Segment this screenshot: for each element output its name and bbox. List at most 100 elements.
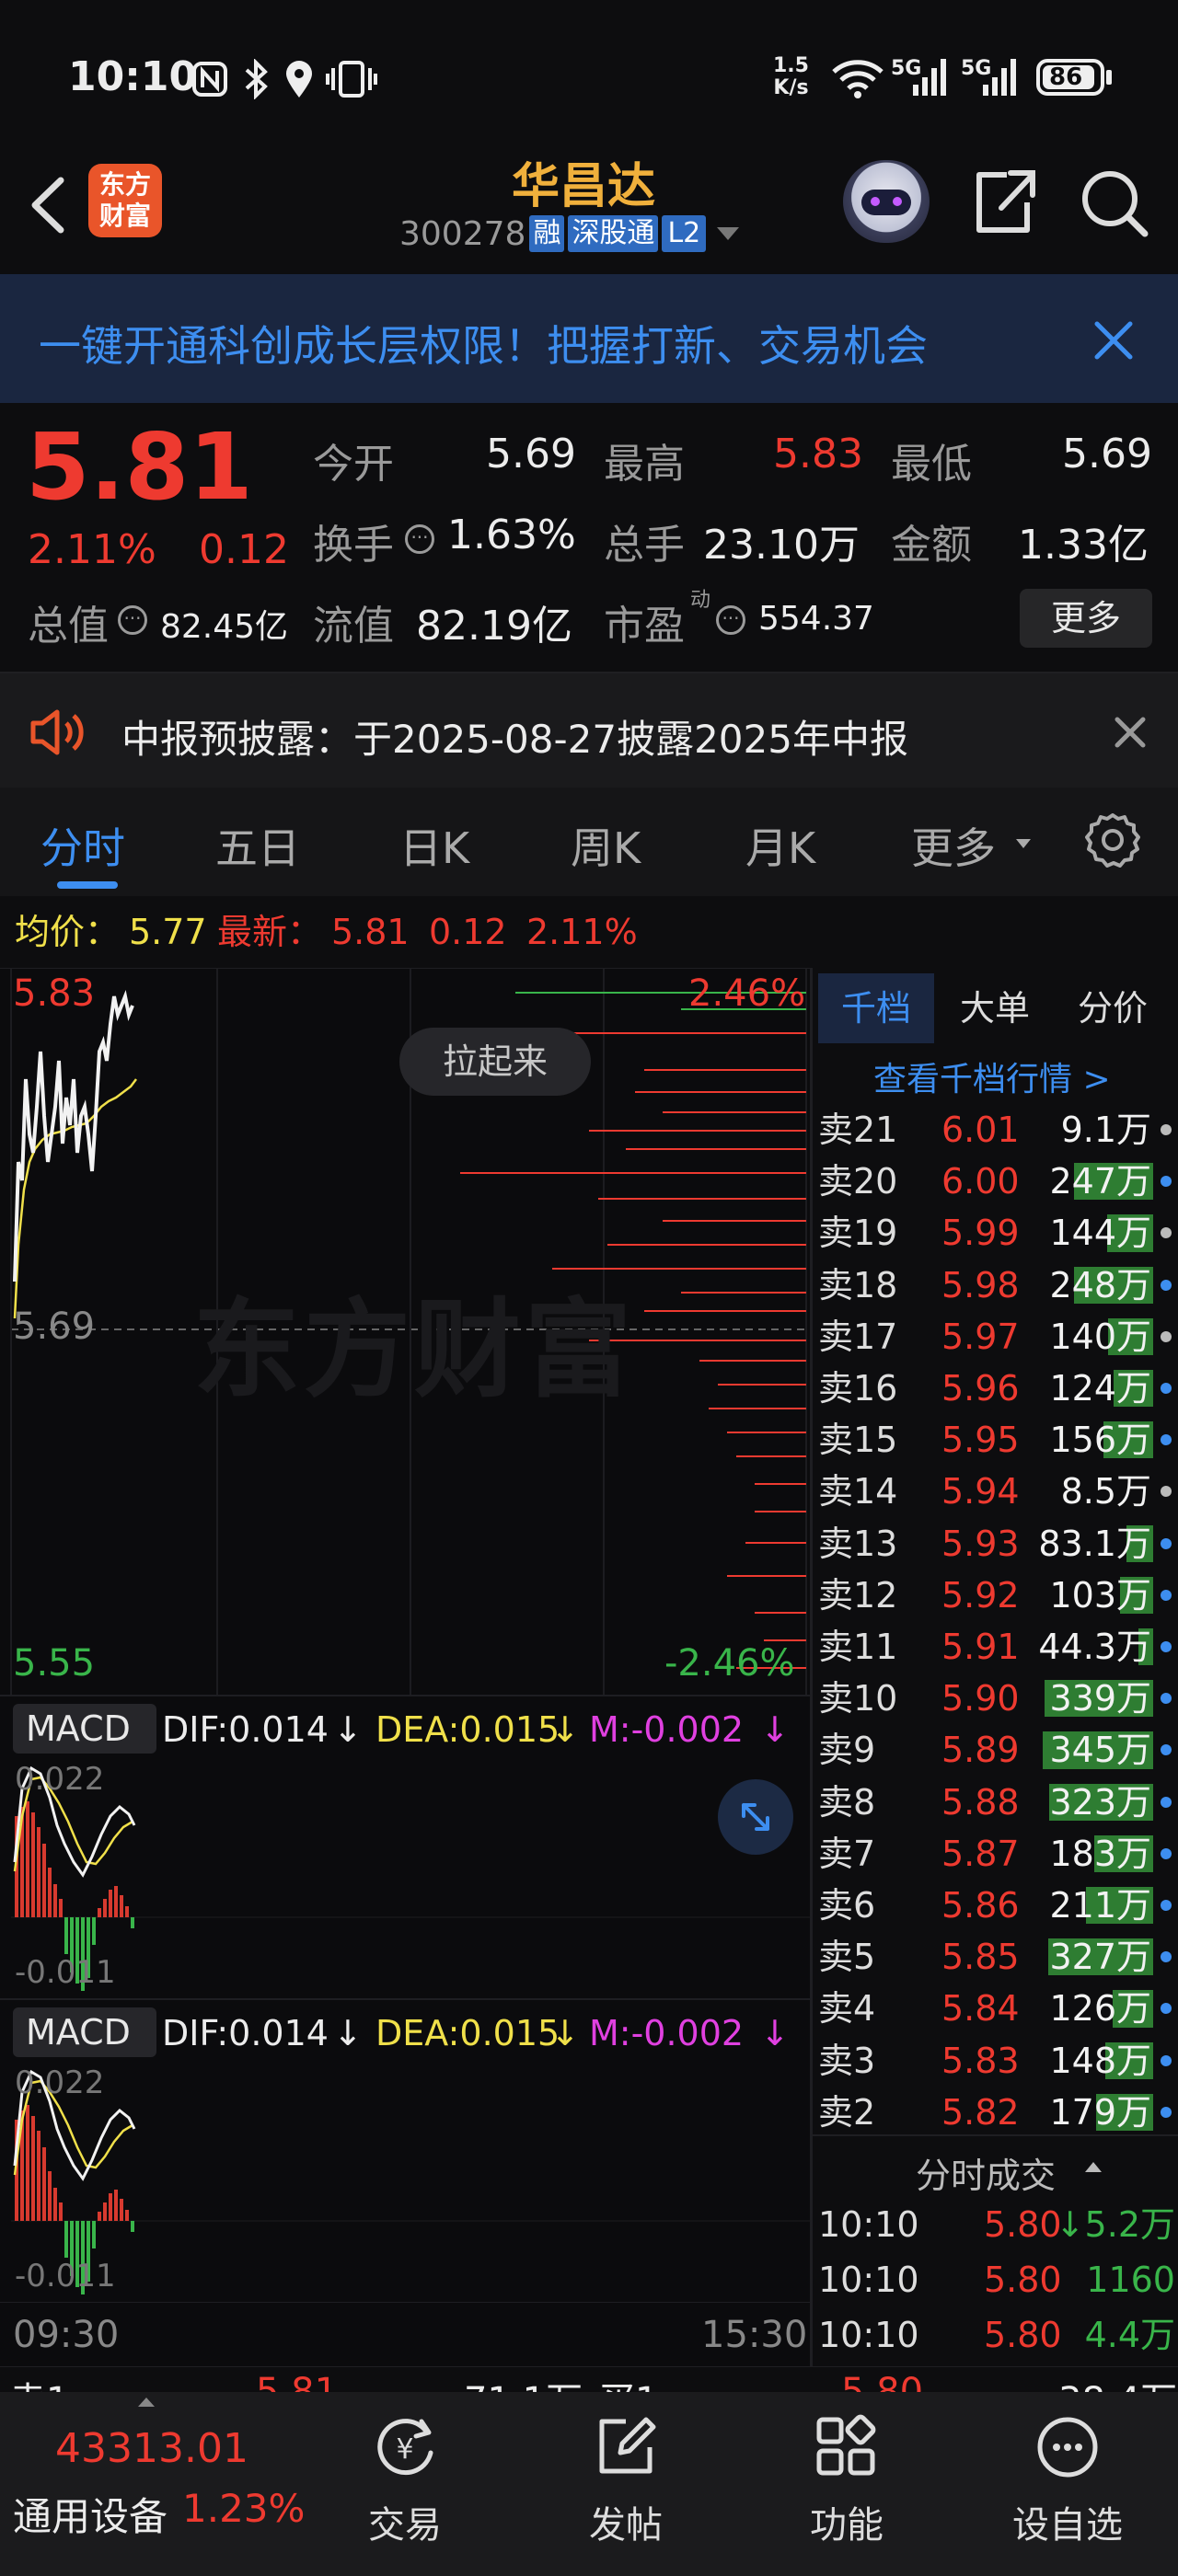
- turnover-label: 换手: [313, 522, 394, 569]
- tab-big-order[interactable]: 大单: [960, 973, 1030, 1043]
- order-book-row[interactable]: 卖5 5.85 327万: [813, 1931, 1178, 1983]
- chart-tabs: 分时 五日 日K 周K 月K 更多: [0, 788, 1178, 896]
- nav-function[interactable]: 功能: [791, 2410, 902, 2567]
- close-icon[interactable]: [1114, 716, 1147, 749]
- pe-label: 市盈: [604, 603, 685, 650]
- order-book-row[interactable]: 卖15 5.95 156万: [813, 1414, 1178, 1466]
- order-book-row[interactable]: 卖21 6.01 9.1万: [813, 1104, 1178, 1156]
- macd-dea: DEA:0.015: [375, 1709, 560, 1750]
- tab-price-dist[interactable]: 分价: [1078, 973, 1148, 1043]
- order-book-row[interactable]: 卖3 5.83 148万: [813, 2035, 1178, 2087]
- order-volume: 144万: [1049, 1213, 1151, 1254]
- order-book-row[interactable]: 卖11 5.91 44.3万: [813, 1621, 1178, 1673]
- order-book-row[interactable]: 卖6 5.86 211万: [813, 1880, 1178, 1931]
- buy1-price: 5.80: [841, 2371, 924, 2392]
- order-volume: 345万: [1049, 1730, 1151, 1771]
- order-dot-icon: [1161, 1537, 1172, 1549]
- chevron-down-icon[interactable]: [717, 227, 740, 240]
- time-axis: 09:30 15:30: [0, 2302, 810, 2366]
- order-dot-icon: [1161, 1176, 1172, 1188]
- expand-button[interactable]: [718, 1779, 793, 1855]
- change-amount: 0.12: [199, 526, 289, 573]
- promo-banner[interactable]: 一键开通科创成长层权限！把握打新、交易机会: [0, 274, 1178, 403]
- volume-label: 总手: [604, 522, 685, 569]
- macd-indicator-select[interactable]: MACD: [13, 1704, 156, 1785]
- tab-intraday[interactable]: 分时: [40, 815, 125, 876]
- nav-trade[interactable]: ¥ 交易: [350, 2410, 460, 2567]
- sector-index-card[interactable]: 43313.01 通用设备 1.23%: [0, 2392, 313, 2576]
- order-book-row[interactable]: 卖8 5.88 323万: [813, 1777, 1178, 1828]
- trade-price: 5.80: [984, 2315, 1062, 2355]
- back-icon[interactable]: [24, 173, 70, 237]
- order-price: 5.94: [941, 1471, 1020, 1512]
- macd-indicator-select[interactable]: MACD: [13, 2007, 156, 2088]
- latest-percent: 2.11%: [526, 912, 638, 952]
- intraday-chart[interactable]: 5.83 2.46% 5.69 5.55 -2.46% 东方财富 拉起来: [0, 968, 810, 1696]
- tab-monthly-k[interactable]: 月K: [745, 815, 815, 876]
- tab-five-day[interactable]: 五日: [215, 815, 300, 876]
- tab-depth[interactable]: 千档: [818, 973, 934, 1043]
- trades-header[interactable]: 分时成交: [813, 2134, 1178, 2196]
- order-price: 5.99: [941, 1213, 1020, 1254]
- chevron-down-icon[interactable]: [1016, 839, 1031, 848]
- net-speed-value: 1.5: [773, 54, 809, 77]
- trade-row: 10:10 5.80 1160: [813, 2252, 1178, 2307]
- share-icon[interactable]: [970, 164, 1036, 237]
- robot-assistant-icon[interactable]: [843, 160, 930, 243]
- trade-icon: ¥: [377, 2419, 433, 2476]
- search-icon[interactable]: [1079, 166, 1152, 239]
- arrow-down-icon: ↓: [550, 2013, 580, 2053]
- turnover-value: 1.63%: [447, 512, 576, 558]
- info-icon[interactable]: ···: [118, 605, 147, 635]
- macd-header-2: MACD DIF:0.014 ↓ DEA:0.015 ↓ M:-0.002 ↓: [0, 1998, 810, 2088]
- order-book-row[interactable]: 卖17 5.97 140万: [813, 1311, 1178, 1363]
- macd-chart-1[interactable]: 0.022 -0.011: [0, 1761, 810, 1998]
- order-book-row[interactable]: 卖18 5.98 248万: [813, 1259, 1178, 1311]
- order-price: 5.85: [941, 1937, 1020, 1978]
- tab-daily-k[interactable]: 日K: [399, 815, 469, 876]
- order-book-row[interactable]: 卖9 5.89 345万: [813, 1724, 1178, 1776]
- tab-more[interactable]: 更多: [911, 815, 996, 876]
- order-price: 5.97: [941, 1316, 1020, 1357]
- order-book-row[interactable]: 卖10 5.90 339万: [813, 1673, 1178, 1724]
- order-book-row[interactable]: 卖19 5.99 144万: [813, 1207, 1178, 1259]
- view-depth-link[interactable]: 查看千档行情 >: [873, 1052, 1111, 1100]
- price-axis-mid: 5.69: [13, 1305, 96, 1348]
- order-volume: 44.3万: [1038, 1627, 1151, 1667]
- order-book-row[interactable]: 卖16 5.96 124万: [813, 1363, 1178, 1414]
- float-cap-value: 82.19亿: [416, 603, 572, 650]
- low-label: 最低: [891, 441, 972, 488]
- promo-banner-text: 一键开通科创成长层权限！把握打新、交易机会: [39, 321, 928, 371]
- arrow-down-icon: ↓: [760, 2013, 790, 2053]
- order-level-label: 卖2: [818, 2091, 876, 2133]
- open-label: 今开: [313, 441, 394, 488]
- watermark: 东方财富: [193, 1288, 635, 1412]
- pull-up-button[interactable]: 拉起来: [399, 1028, 591, 1096]
- signal-icon-2: [981, 57, 1022, 98]
- more-button[interactable]: 更多: [1020, 589, 1152, 648]
- order-dot-icon: [1161, 1227, 1172, 1239]
- order-book-row[interactable]: 卖7 5.87 183万: [813, 1828, 1178, 1880]
- app-logo[interactable]: 东方 财富: [88, 164, 162, 237]
- nav-post[interactable]: 发帖: [571, 2410, 681, 2567]
- info-icon[interactable]: ···: [405, 524, 434, 554]
- notice-bar[interactable]: 中报预披露：于2025-08-27披露2025年中报: [0, 672, 1178, 788]
- order-book-row[interactable]: 卖13 5.93 83.1万: [813, 1518, 1178, 1570]
- macd-chart-2[interactable]: 0.022 -0.011: [0, 2064, 810, 2302]
- order-book-row[interactable]: 卖4 5.84 126万: [813, 1983, 1178, 2034]
- info-icon[interactable]: ···: [716, 605, 745, 635]
- order-book-row[interactable]: 卖14 5.94 8.5万: [813, 1466, 1178, 1517]
- order-book-row[interactable]: 卖20 6.00 247万: [813, 1156, 1178, 1207]
- time-axis-start: 09:30: [13, 2314, 120, 2356]
- close-icon[interactable]: [1093, 320, 1134, 361]
- nav-add-watchlist[interactable]: 设自选: [1003, 2410, 1132, 2567]
- order-price: 5.92: [941, 1574, 1020, 1616]
- latest-value: 5.81: [331, 912, 410, 952]
- order-price: 5.82: [941, 2091, 1020, 2133]
- tab-weekly-k[interactable]: 周K: [571, 815, 641, 876]
- order-book-row[interactable]: 卖2 5.82 179万: [813, 2087, 1178, 2138]
- order-dot-icon: [1161, 1330, 1172, 1342]
- order-volume: 103万: [1049, 1574, 1151, 1616]
- gear-icon[interactable]: [1082, 810, 1143, 870]
- order-book-row[interactable]: 卖12 5.92 103万: [813, 1570, 1178, 1621]
